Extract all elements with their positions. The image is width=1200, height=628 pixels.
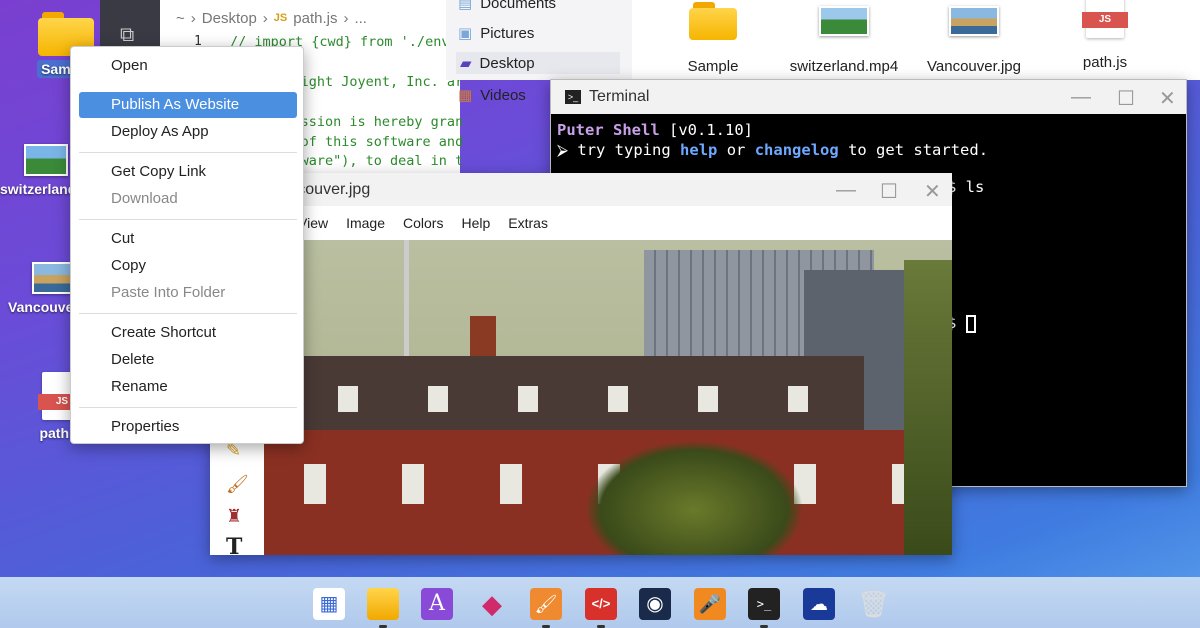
context-menu[interactable]: Open Publish As Website Deploy As App Ge… [70, 46, 304, 444]
file-item-label: Vancouver.jpg [927, 58, 1021, 75]
menu-separator [79, 313, 297, 314]
close-button[interactable]: ✕ [1159, 86, 1176, 111]
menu-help[interactable]: Help [461, 215, 490, 231]
pictures-icon: ▣ [458, 25, 473, 42]
desktop-icon: ▰ [460, 55, 472, 72]
menu-item-properties[interactable]: Properties [79, 414, 297, 440]
close-button[interactable]: ✕ [924, 179, 941, 204]
paint-brush-icon[interactable]: 🖌 [530, 588, 562, 620]
menu-item-download: Download [111, 190, 178, 207]
menu-item-rename[interactable]: Rename [79, 374, 297, 400]
file-manager-sidebar: ▤ Documents ▣ Pictures ▰ Desktop ▦ Video… [446, 0, 632, 104]
airbrush-icon[interactable]: ♜ [226, 506, 242, 527]
file-item-label: path.js [1082, 54, 1128, 71]
chevron-right-icon: › [262, 9, 268, 27]
video-thumbnail-icon [819, 6, 869, 36]
menu-item-copy[interactable]: Copy [79, 253, 297, 279]
terminal-icon: >_ [565, 90, 581, 104]
terminal-titlebar[interactable]: >_ Terminal — ☐ ✕ [551, 80, 1186, 114]
menu-separator [79, 219, 297, 220]
menu-item-paste-into-folder: Paste Into Folder [111, 284, 226, 301]
text-editor-icon[interactable]: A [421, 588, 453, 620]
menu-image[interactable]: Image [346, 215, 385, 231]
menu-item-deploy-app[interactable]: Deploy As App [79, 119, 297, 145]
cloud-network-icon[interactable]: ☁ [803, 588, 835, 620]
chevron-right-icon: › [343, 9, 349, 27]
text-tool-icon[interactable]: T [226, 534, 242, 560]
taskbar: ▦ A ◆ 🖌 </> ◉ 🎤 >_ ☁ 🗑 [0, 577, 1200, 628]
code-editor-icon[interactable]: </> [585, 588, 617, 620]
image-editor-window[interactable]: Vancouver.jpg — ☐ ✕ View Image Colors He… [210, 173, 952, 560]
menu-separator [79, 407, 297, 408]
help-command: help [680, 141, 718, 159]
menu-extras[interactable]: Extras [508, 215, 548, 231]
menu-item-publish-website[interactable]: Publish As Website [79, 92, 297, 118]
image-canvas[interactable] [264, 240, 952, 555]
file-item-label: switzerland.mp4 [789, 58, 899, 75]
cubes-icon[interactable]: ◆ [476, 588, 508, 620]
menu-item-delete[interactable]: Delete [79, 347, 297, 373]
sidebar-item-documents[interactable]: ▤ Documents [458, 0, 556, 14]
terminal-icon[interactable]: >_ [748, 588, 780, 620]
prompt-arrow-icon: ⮚ [557, 141, 569, 159]
changelog-command: changelog [754, 141, 839, 159]
js-file-icon: JS [1082, 0, 1128, 38]
file-item-label: Sample [687, 58, 739, 75]
file-explorer-icon[interactable] [367, 588, 399, 620]
app-launcher-icon[interactable]: ▦ [313, 588, 345, 620]
menu-item-cut[interactable]: Cut [79, 226, 297, 252]
documents-icon: ▤ [458, 0, 473, 12]
shell-name: Puter Shell [557, 121, 660, 139]
image-thumbnail-icon [949, 6, 999, 36]
menu-separator [79, 152, 297, 153]
image-editor-menubar: View Image Colors Help Extras [210, 206, 952, 240]
file-item-sample[interactable]: Sample [653, 0, 773, 75]
menu-item-create-shortcut[interactable]: Create Shortcut [79, 320, 297, 346]
menu-colors[interactable]: Colors [403, 215, 443, 231]
file-item-switzerland[interactable]: switzerland.mp4 [784, 0, 904, 75]
file-manager-window[interactable]: ▤ Documents ▣ Pictures ▰ Desktop ▦ Video… [446, 0, 1200, 104]
minimize-button[interactable]: — [836, 179, 856, 202]
menu-item-open[interactable]: Open [79, 53, 297, 79]
js-badge-icon: JS [273, 12, 288, 24]
file-item-pathjs[interactable]: JS path.js [1045, 0, 1165, 71]
window-title: Terminal [589, 88, 650, 105]
image-editor-titlebar[interactable]: Vancouver.jpg — ☐ ✕ [210, 173, 952, 206]
copy-files-icon[interactable]: ⧉ [120, 22, 134, 46]
folder-icon [689, 2, 737, 40]
shell-version: [v0.1.10] [669, 121, 753, 139]
menu-item-get-copy-link[interactable]: Get Copy Link [79, 159, 297, 185]
maximize-button[interactable]: ☐ [1117, 86, 1135, 111]
chevron-right-icon: › [190, 9, 196, 27]
file-item-vancouver[interactable]: Vancouver.jpg [914, 0, 1034, 75]
camera-icon[interactable]: ◉ [639, 588, 671, 620]
cursor [965, 314, 976, 333]
breadcrumb-file[interactable]: path.js [293, 10, 337, 27]
video-thumbnail-icon [24, 144, 68, 176]
videos-icon: ▦ [458, 87, 473, 104]
prompt-command: $ ls [947, 178, 985, 196]
recorder-icon[interactable]: 🎤 [694, 588, 726, 620]
minimize-button[interactable]: — [1071, 86, 1091, 109]
sidebar-item-videos[interactable]: ▦ Videos [458, 84, 526, 106]
sidebar-item-pictures[interactable]: ▣ Pictures [458, 22, 534, 44]
terminal-output[interactable]: Puter Shell [v0.1.10] ⮚ try typing help … [551, 114, 1186, 166]
brush-icon[interactable]: 🖌 [226, 474, 249, 495]
maximize-button[interactable]: ☐ [880, 179, 898, 204]
trash-icon[interactable]: 🗑 [857, 588, 890, 620]
breadcrumb-desktop[interactable]: Desktop [202, 10, 257, 27]
tree [584, 440, 804, 555]
sidebar-item-desktop[interactable]: ▰ Desktop [456, 52, 620, 74]
